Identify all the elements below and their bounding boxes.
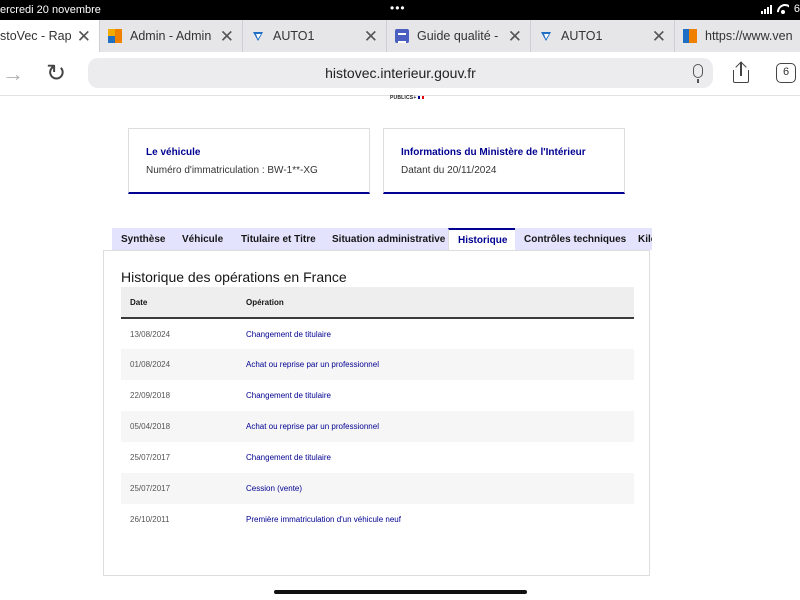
row-operation: Changement de titulaire	[246, 391, 331, 400]
microphone-icon[interactable]	[693, 64, 703, 83]
row-date: 26/10/2011	[130, 515, 170, 524]
cellular-signal-icon	[760, 4, 772, 14]
status-datetime: ercredi 20 novembre	[0, 4, 101, 16]
tab-titulaire-titre[interactable]: Titulaire et Titre	[232, 228, 325, 250]
row-date: 25/07/2017	[121, 473, 246, 504]
multitasking-dots[interactable]: •••	[390, 1, 406, 15]
auto1-icon	[253, 32, 263, 41]
table-row: 26/10/2011 Première immatriculation d'un…	[121, 504, 634, 535]
tab-historique[interactable]: Historique	[448, 228, 518, 250]
close-tab-icon[interactable]: ✕	[220, 28, 234, 45]
browser-tab-histovec[interactable]: stoVec - Rappo ✕	[0, 20, 100, 52]
close-tab-icon[interactable]: ✕	[364, 28, 378, 45]
row-date: 13/08/2024	[130, 329, 171, 339]
table-header-row: Date Opération	[121, 287, 634, 319]
tab-controles-techniques[interactable]: Contrôles techniques	[515, 228, 636, 250]
browser-tab-vend[interactable]: https://www.vend	[675, 20, 800, 52]
wifi-icon	[777, 4, 789, 14]
tab-title: AUTO1	[273, 29, 315, 43]
forward-arrow-icon[interactable]: →	[2, 61, 24, 87]
browser-tab-guide-qualite[interactable]: Guide qualité - C ✕	[387, 20, 531, 52]
tab-title: Guide qualité - C	[417, 29, 502, 43]
history-panel: Historique des opérations en France Date…	[103, 250, 650, 576]
table-row: 25/07/2017 Cession (vente)	[121, 473, 634, 504]
tab-title: Admin - Admin C	[130, 29, 214, 43]
bar-icon	[683, 29, 697, 43]
table-row: 25/07/2017 Changement de titulaire	[121, 442, 634, 473]
browser-tab-auto1[interactable]: AUTO1 ✕	[243, 20, 387, 52]
close-tab-icon[interactable]: ✕	[77, 28, 91, 45]
tab-vehicule[interactable]: Véhicule	[173, 228, 233, 250]
site-logo-fragment: PUBLICS+	[390, 95, 425, 101]
report-tabs: Synthèse Véhicule Titulaire et Titre Sit…	[112, 228, 652, 250]
status-bar: ercredi 20 novembre ••• 6	[0, 0, 800, 20]
vehicle-card-title: Le véhicule	[146, 147, 201, 158]
table-row: 01/08/2024 Achat ou reprise par un profe…	[121, 349, 634, 380]
data-date: Datant du 20/11/2024	[401, 165, 497, 176]
table-row: 05/04/2018 Achat ou reprise par un profe…	[121, 411, 634, 442]
tab-count-button[interactable]: 6	[776, 63, 796, 83]
tab-title: https://www.vend	[705, 29, 792, 43]
column-header-date: Date	[121, 287, 246, 319]
row-operation: Cession (vente)	[246, 473, 634, 504]
history-title: Historique des opérations en France	[121, 269, 347, 285]
ministry-card-title: Informations du Ministère de l'Intérieur	[401, 147, 586, 158]
reload-icon[interactable]: ↻	[46, 59, 66, 88]
ministry-card: Informations du Ministère de l'Intérieur…	[383, 128, 625, 194]
doc-icon	[395, 29, 409, 43]
status-icons: 6	[760, 3, 800, 15]
row-date: 22/09/2018	[130, 391, 171, 400]
logo-text: PUBLICS+	[390, 95, 417, 101]
share-icon[interactable]	[732, 62, 750, 84]
browser-toolbar: → ↻ histovec.interieur.gouv.fr 6	[0, 52, 800, 96]
table-row: 22/09/2018 Changement de titulaire	[121, 380, 634, 411]
tab-kilometrage[interactable]: Kilométrage	[629, 228, 652, 250]
row-operation: Changement de titulaire	[246, 453, 331, 462]
row-date: 01/08/2024	[121, 349, 246, 380]
row-operation: Achat ou reprise par un professionnel	[246, 349, 634, 380]
tab-situation-administrative[interactable]: Situation administrative	[323, 228, 455, 250]
column-header-operation: Opération	[246, 287, 634, 319]
url-text[interactable]: histovec.interieur.gouv.fr	[88, 65, 713, 81]
row-date: 25/07/2017	[130, 453, 171, 462]
row-date: 05/04/2018	[121, 411, 246, 442]
close-tab-icon[interactable]: ✕	[508, 28, 522, 45]
history-table: Date Opération 13/08/2024 Changement de …	[121, 287, 634, 535]
browser-tab-admin[interactable]: Admin - Admin C ✕	[100, 20, 243, 52]
row-operation: Première immatriculation d'un véhicule n…	[246, 515, 401, 524]
french-flag-icon	[418, 96, 425, 100]
address-bar[interactable]: histovec.interieur.gouv.fr	[88, 58, 713, 88]
tab-title: stoVec - Rappo	[0, 29, 71, 43]
vehicle-card: Le véhicule Numéro d'immatriculation : B…	[128, 128, 370, 194]
tab-title: AUTO1	[561, 29, 603, 43]
table-row: 13/08/2024 Changement de titulaire	[121, 318, 634, 349]
browser-tab-bar: stoVec - Rappo ✕ Admin - Admin C ✕ AUTO1…	[0, 20, 800, 52]
battery-percentage: 6	[793, 3, 800, 15]
row-operation: Changement de titulaire	[246, 329, 331, 339]
row-operation: Achat ou reprise par un professionnel	[246, 411, 634, 442]
orange-grid-icon	[108, 29, 122, 43]
home-indicator[interactable]	[274, 590, 527, 594]
tab-synthese[interactable]: Synthèse	[112, 228, 175, 250]
close-tab-icon[interactable]: ✕	[652, 28, 666, 45]
registration-number: Numéro d'immatriculation : BW-1**-XG	[146, 165, 318, 176]
browser-tab-auto1-2[interactable]: AUTO1 ✕	[531, 20, 675, 52]
auto1-icon	[541, 32, 551, 41]
